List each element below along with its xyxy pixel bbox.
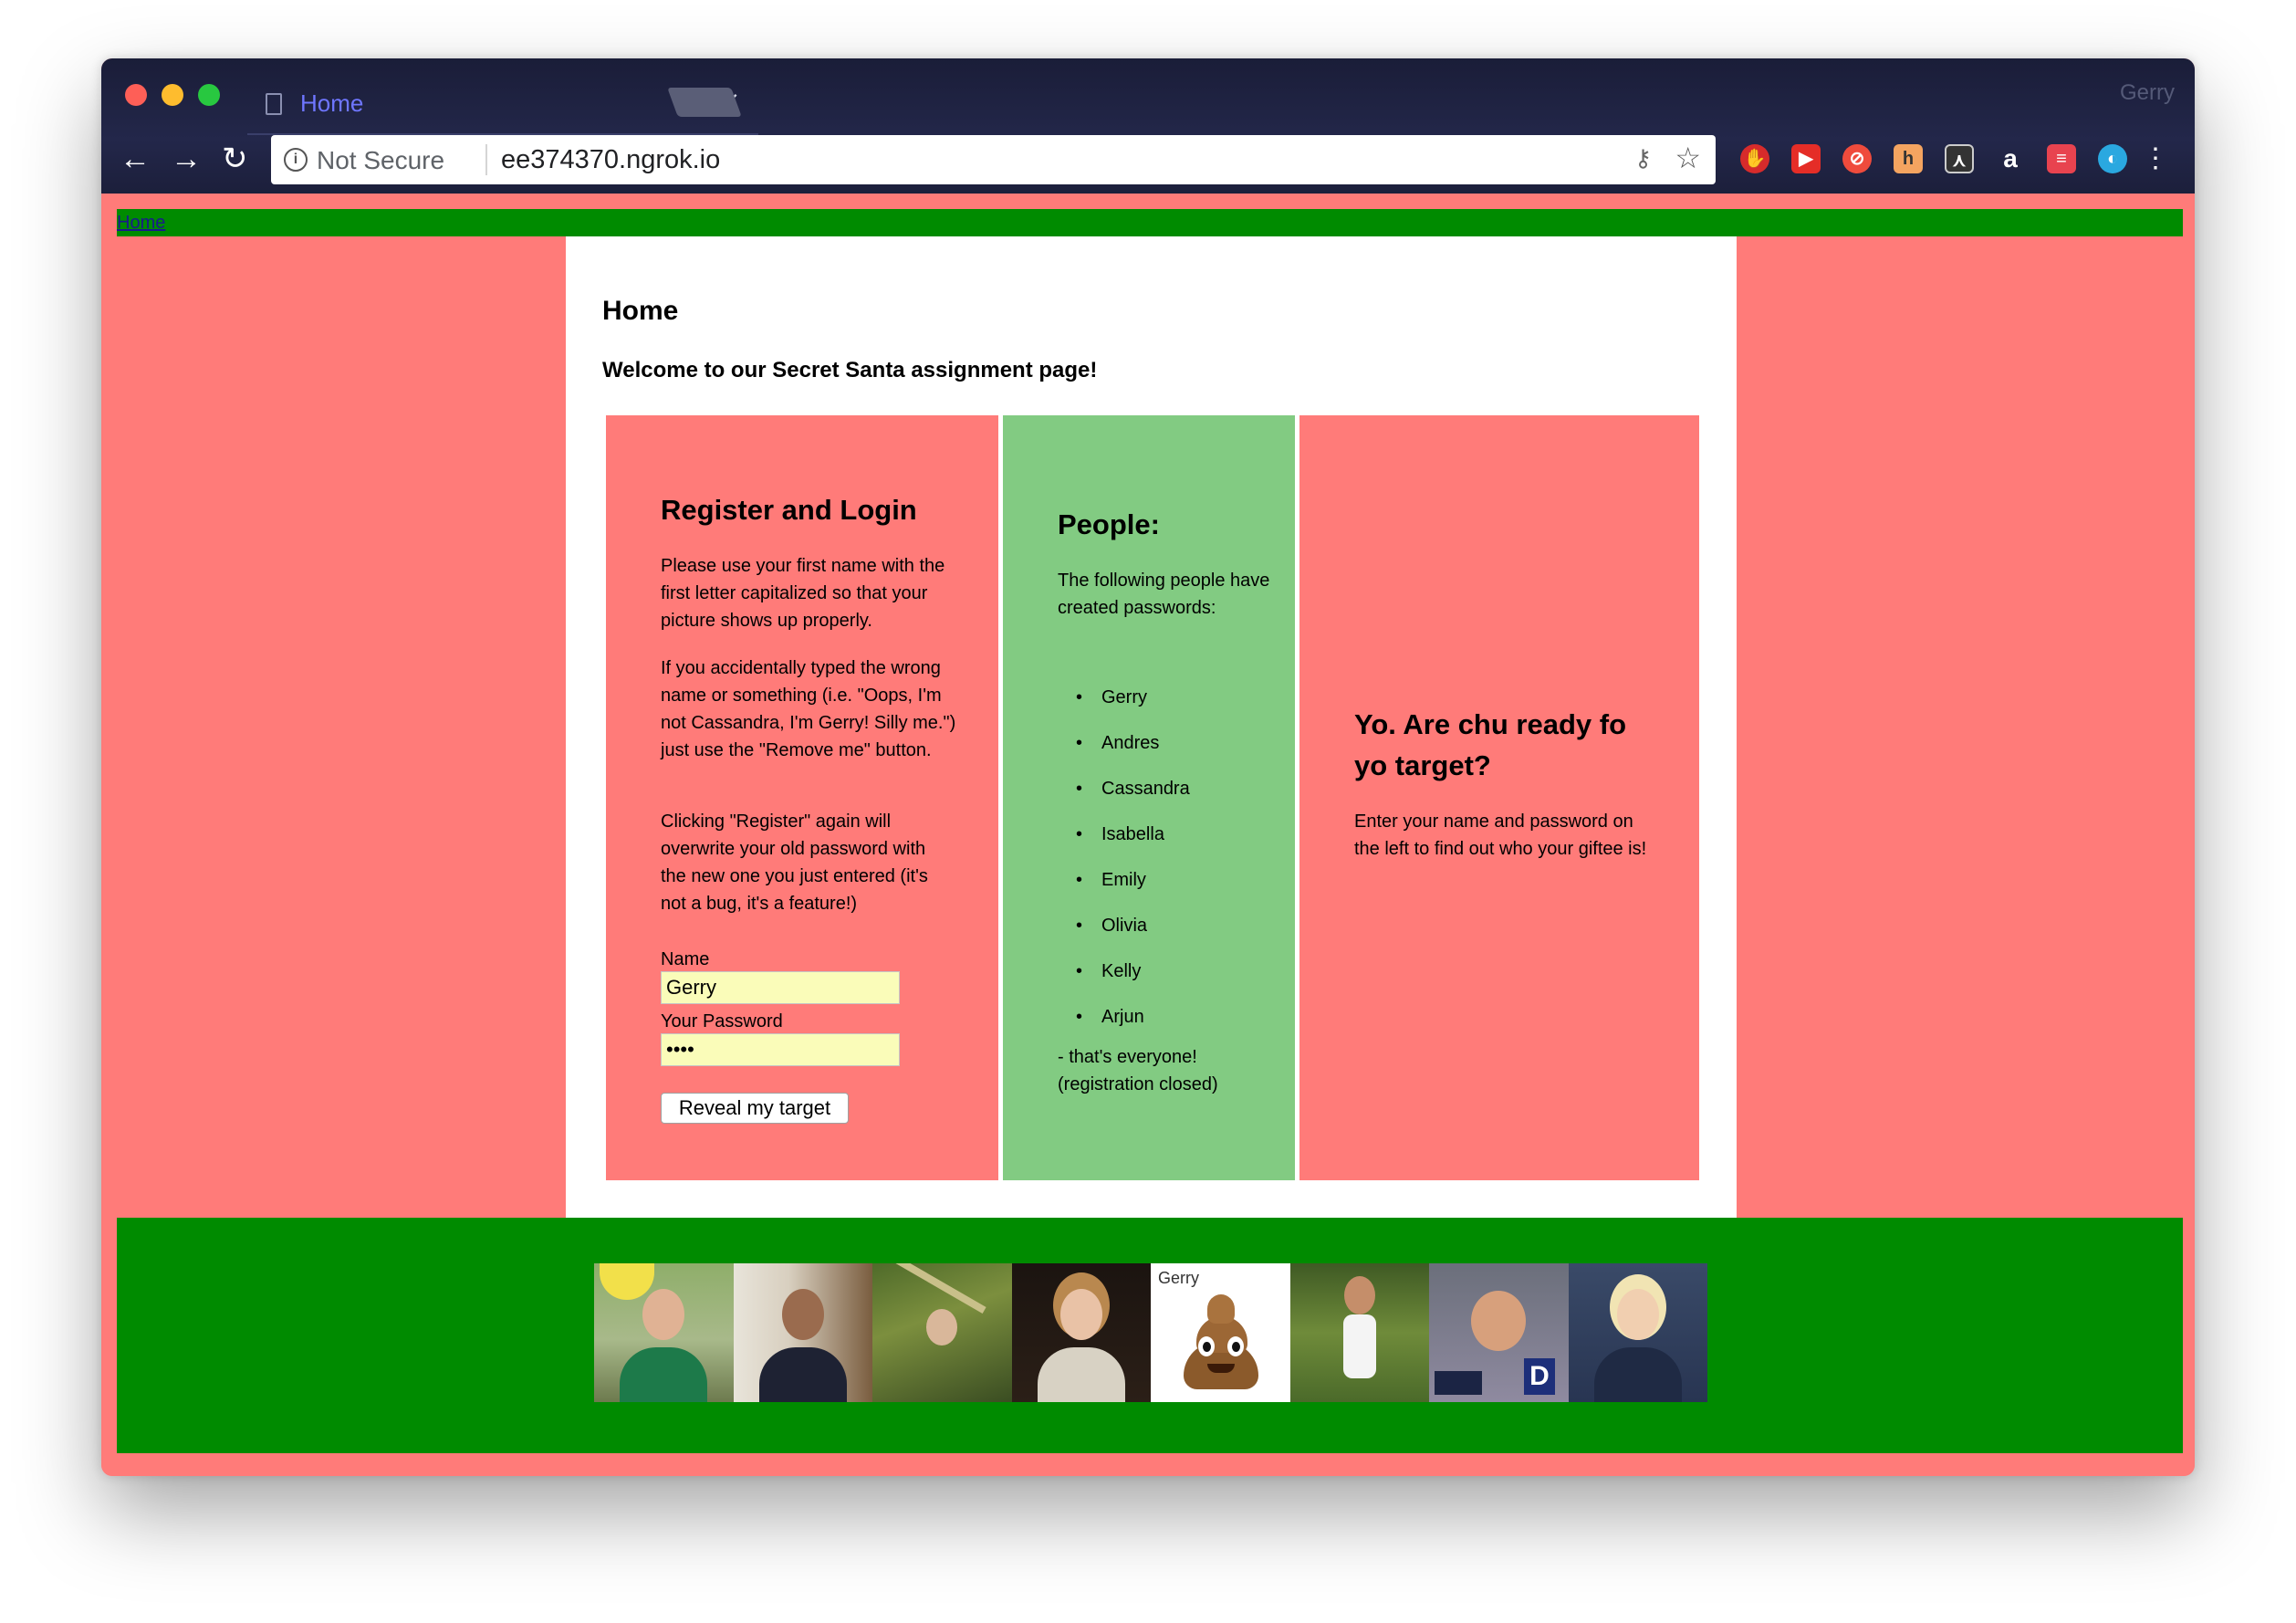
person-photo: D xyxy=(1429,1263,1569,1402)
info-icon[interactable]: i xyxy=(284,148,308,172)
target-panel: Yo. Are chu ready fo yo target? Enter yo… xyxy=(1299,415,1699,1180)
new-tab-button[interactable] xyxy=(667,88,742,117)
target-instructions: Enter your name and password on the left… xyxy=(1354,812,1647,859)
top-nav-bar: Home xyxy=(117,209,2183,236)
face-shape xyxy=(1343,1276,1375,1314)
eye-shape xyxy=(1227,1336,1244,1356)
top-shape xyxy=(1037,1347,1125,1402)
browser-window: Home × Gerry ← → ↻ i Not Secure ee374370… xyxy=(101,58,2195,1476)
people-intro: The following people have created passwo… xyxy=(1058,571,1270,618)
person-photo xyxy=(1289,1263,1429,1402)
person-photo xyxy=(733,1263,872,1402)
march-madness-logo xyxy=(1435,1371,1482,1395)
face-shape xyxy=(926,1309,958,1346)
bookmark-star-icon[interactable]: ☆ xyxy=(1675,141,1701,175)
list-item: Cassandra xyxy=(1076,775,1190,821)
document-icon xyxy=(266,93,282,115)
honey-icon[interactable]: h xyxy=(1894,144,1923,173)
face-shape xyxy=(642,1289,685,1340)
chrome-remote-icon[interactable]: ◐ xyxy=(2098,144,2127,173)
welcome-text: Welcome to our Secret Santa assignment p… xyxy=(602,358,1098,382)
face-shape xyxy=(1471,1291,1527,1351)
adblock-icon[interactable]: ✋ xyxy=(1740,144,1769,173)
minimize-window-button[interactable] xyxy=(162,84,183,106)
browser-menu-icon[interactable]: ⋮ xyxy=(2142,141,2169,177)
register-overwrite-note: Clicking "Register" again will overwrite… xyxy=(661,812,928,914)
people-outro: - that's everyone! (registration closed) xyxy=(1058,1047,1218,1094)
poo-top xyxy=(1207,1294,1235,1324)
footer-bar: Gerry D xyxy=(117,1218,2183,1453)
browser-chrome: Home × Gerry ← → ↻ i Not Secure ee374370… xyxy=(101,58,2195,194)
back-icon[interactable]: ← xyxy=(120,141,151,177)
list-item: Gerry xyxy=(1076,684,1190,729)
close-window-button[interactable] xyxy=(125,84,147,106)
stack-icon[interactable]: ≡ xyxy=(2047,144,2076,173)
eye-shape xyxy=(1198,1336,1215,1356)
target-title: Yo. Are chu ready fo yo target? xyxy=(1354,708,1627,781)
page-viewport: Home Home Welcome to our Secret Santa as… xyxy=(101,194,2195,1476)
people-title: People: xyxy=(1058,508,1160,540)
duke-logo: D xyxy=(1524,1358,1555,1395)
register-title: Register and Login xyxy=(661,494,917,526)
address-bar[interactable]: i Not Secure ee374370.ngrok.io ⚷ ☆ xyxy=(271,135,1716,184)
register-instructions: Please use your first name with the firs… xyxy=(661,556,945,631)
register-remove-note: If you accidentally typed the wrong name… xyxy=(661,658,956,760)
tab-title: Home xyxy=(300,89,364,117)
reader-icon[interactable]: ⋏ xyxy=(1945,144,1974,173)
poo-emoji-photo: Gerry xyxy=(1151,1263,1290,1402)
list-item: Arjun xyxy=(1076,1003,1190,1049)
face-shape xyxy=(781,1289,824,1340)
list-item: Andres xyxy=(1076,729,1190,775)
list-item: Isabella xyxy=(1076,821,1190,866)
photo-strip: Gerry D xyxy=(594,1263,1707,1402)
suit-shape xyxy=(758,1347,847,1402)
people-list: Gerry Andres Cassandra Isabella Emily Ol… xyxy=(1076,684,1190,1049)
maximize-window-button[interactable] xyxy=(198,84,220,106)
list-item: Olivia xyxy=(1076,912,1190,958)
name-label: Name xyxy=(661,949,710,969)
register-panel: Register and Login Please use your first… xyxy=(606,415,998,1180)
photo-caption: Gerry xyxy=(1158,1269,1199,1287)
rope-shape xyxy=(895,1263,986,1314)
no-tracking-icon[interactable]: ⊘ xyxy=(1842,144,1872,173)
password-label: Your Password xyxy=(661,1011,783,1031)
shirt-shape xyxy=(620,1347,708,1402)
address-separator xyxy=(485,144,487,175)
reload-icon[interactable]: ↻ xyxy=(222,141,248,177)
person-photo xyxy=(872,1263,1012,1402)
forward-icon[interactable]: → xyxy=(171,141,202,177)
security-label[interactable]: Not Secure xyxy=(317,146,444,175)
profile-name[interactable]: Gerry xyxy=(2120,80,2175,106)
top-shape xyxy=(1593,1347,1682,1402)
home-link[interactable]: Home xyxy=(117,209,165,236)
main-content: Home Welcome to our Secret Santa assignm… xyxy=(566,236,1737,1218)
person-photo xyxy=(594,1263,734,1402)
list-item: Emily xyxy=(1076,866,1190,912)
page-title: Home xyxy=(602,296,679,326)
key-icon[interactable]: ⚷ xyxy=(1634,144,1652,173)
url-text[interactable]: ee374370.ngrok.io xyxy=(501,145,720,175)
amazon-icon[interactable]: a xyxy=(1996,144,2025,173)
people-panel: People: The following people have create… xyxy=(1003,415,1295,1180)
balloon-shape xyxy=(600,1263,654,1300)
reveal-target-button[interactable]: Reveal my target xyxy=(661,1093,849,1124)
person-photo xyxy=(1011,1263,1151,1402)
face-shape xyxy=(1059,1289,1102,1340)
dress-shape xyxy=(1342,1314,1376,1378)
youtube-icon[interactable]: ▶ xyxy=(1791,144,1821,173)
name-input[interactable] xyxy=(661,971,900,1004)
person-photo xyxy=(1568,1263,1707,1402)
face-shape xyxy=(1616,1289,1659,1340)
password-input[interactable] xyxy=(661,1033,900,1066)
list-item: Kelly xyxy=(1076,958,1190,1003)
